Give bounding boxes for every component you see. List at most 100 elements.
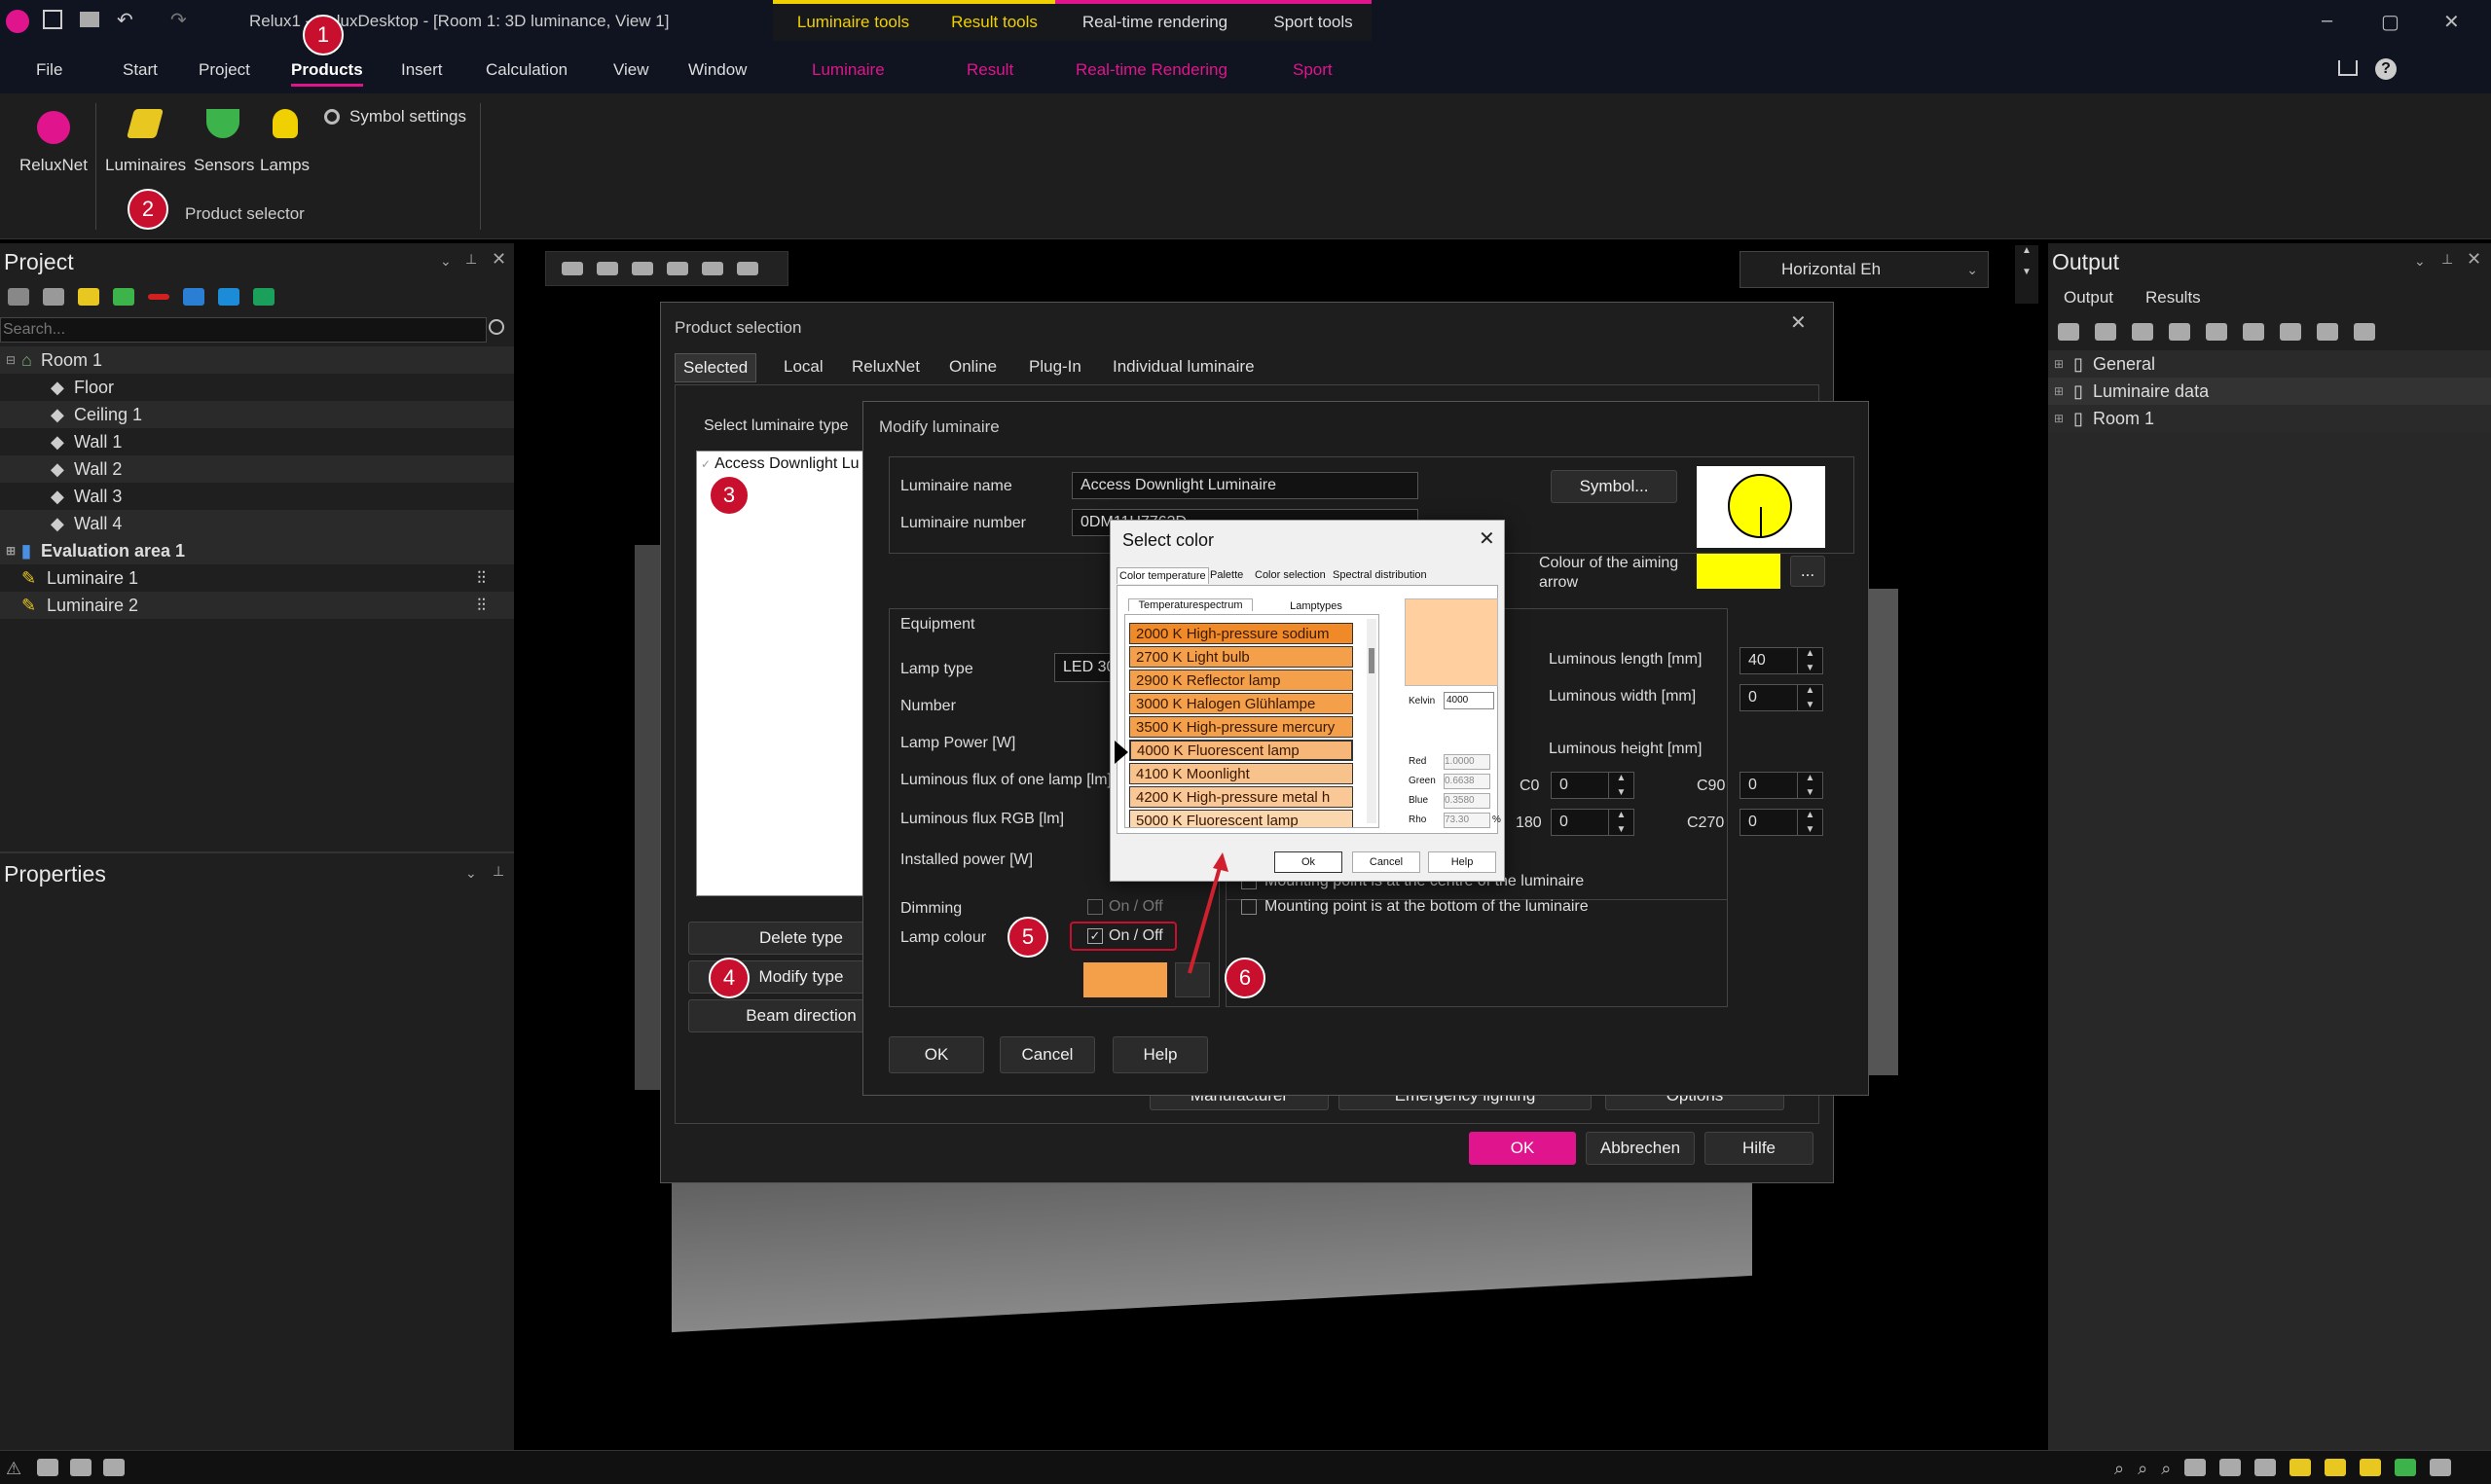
list-item[interactable]: 2700 K Light bulb [1129,646,1353,668]
view-icon-6[interactable] [737,262,758,275]
menu-project[interactable]: Project [199,60,250,80]
mount-bottom-checkbox[interactable]: Mounting point is at the bottom of the l… [1241,898,1589,916]
print-icon[interactable] [80,12,99,27]
menu-window[interactable]: Window [688,60,747,80]
menu-result[interactable]: Result [967,60,1013,80]
menu-luminaire[interactable]: Luminaire [812,60,885,80]
menu-start[interactable]: Start [123,60,158,80]
undo-icon[interactable]: ↶ [117,8,133,32]
aiming-color-more-button[interactable]: ... [1790,556,1825,587]
hilfe-button[interactable]: Hilfe [1704,1132,1813,1165]
tab-reluxnet[interactable]: ReluxNet [852,357,920,377]
tab-results[interactable]: Results [2145,288,2201,308]
view-3d-icon[interactable] [2184,1459,2207,1476]
list-item[interactable]: 4100 K Moonlight [1129,763,1353,784]
view-mode-dropdown[interactable]: Horizontal Eh ⌄ [1740,251,1989,288]
list-item[interactable]: 2900 K Reflector lamp [1129,670,1353,691]
grid-view-icon[interactable] [562,262,583,275]
zoom-in-icon[interactable]: ⌕ [2114,1459,2124,1479]
status-icon-1[interactable]: ⚠ [6,1459,21,1479]
select-color-ok-button[interactable]: Ok [1274,851,1342,873]
menu-view[interactable]: View [613,60,649,80]
tree-item-room[interactable]: ⊟ ⌂ Room 1 [0,346,514,374]
stepper-icon[interactable]: ▲ ▼ [1608,810,1633,835]
luminaire-tool-icon[interactable] [78,288,99,306]
luminaire-name-input[interactable]: Access Downlight Luminaire [1072,472,1418,499]
tab-selected[interactable]: Selected [675,353,757,382]
dialog-close-icon[interactable]: ✕ [1790,310,1807,335]
tab-palette[interactable]: Palette [1210,569,1243,581]
stepper-icon[interactable]: ▲ ▼ [1797,685,1822,710]
close-button[interactable]: ✕ [2443,10,2460,34]
output-icon-6[interactable] [2243,323,2264,341]
luminous-width-input[interactable]: 0 ▲ ▼ [1740,684,1823,711]
tree-item-ceiling[interactable]: ◆ Ceiling 1 [0,401,514,428]
list-item-selected[interactable]: 4000 K Fluorescent lamp [1129,740,1353,761]
view-icon[interactable] [8,288,29,306]
light-icon[interactable] [2360,1459,2382,1476]
sensor-tool-icon[interactable] [113,288,134,306]
menu-file[interactable]: File [36,60,62,80]
tree-item-luminaire-1[interactable]: ✎ Luminaire 1 [0,564,514,592]
view-3d-icon[interactable] [43,288,64,306]
lamp-colour-swatch[interactable] [1083,962,1167,997]
output-icon-8[interactable] [2317,323,2338,341]
abbrechen-button[interactable]: Abbrechen [1586,1132,1695,1165]
output-tree-general[interactable]: ⊞ ▯ General [2048,350,2491,378]
sensor-view-icon[interactable] [2395,1459,2417,1476]
view-icon-5[interactable] [702,262,723,275]
stepper-icon[interactable]: ▲ ▼ [1797,773,1822,798]
tab-color-temperature[interactable]: Color temperature [1117,567,1209,584]
sensors-label[interactable]: Sensors [194,156,254,175]
relux-net-label[interactable]: ReluxNet [19,156,88,175]
luminaires-label[interactable]: Luminaires [105,156,186,175]
lamp-colour-checkbox[interactable]: ✓ On / Off [1070,922,1177,951]
tab-plugin[interactable]: Plug-In [1029,357,1081,377]
tree-item-luminaire-2[interactable]: ✎ Luminaire 2 [0,592,514,619]
menu-products[interactable]: Products [291,60,363,87]
project-search-input[interactable] [0,317,487,343]
pin-icon[interactable]: ⊥ [493,863,504,880]
symbol-settings-button[interactable]: Symbol settings [349,107,466,127]
maximize-button[interactable]: ▢ [2381,10,2399,34]
help-icon[interactable]: ? [2375,58,2397,80]
menu-insert[interactable]: Insert [401,60,443,80]
view-front-icon[interactable] [2254,1459,2277,1476]
panel-dropdown-icon[interactable]: ⌄ [2414,253,2426,270]
select-color-close-icon[interactable]: ✕ [1479,526,1495,551]
exit-sign-icon[interactable] [253,288,275,306]
output-icon-4[interactable] [2169,323,2190,341]
panel-dropdown-icon[interactable]: ⌄ [465,865,477,882]
lamps-label[interactable]: Lamps [260,156,310,175]
modify-cancel-button[interactable]: Cancel [1000,1036,1095,1073]
view-icon-4[interactable] [667,262,688,275]
stepper-icon[interactable]: ▲ ▼ [1797,810,1822,835]
kelvin-input[interactable]: 4000 [1444,692,1494,709]
temperature-list[interactable]: 2000 K High-pressure sodium 2700 K Light… [1124,614,1379,828]
line-tool-icon[interactable] [148,294,169,300]
zoom-out-icon[interactable]: ⌕ [2138,1459,2147,1479]
view-top-icon[interactable] [2219,1459,2242,1476]
c180-input[interactable]: 0 ▲ ▼ [1551,809,1634,836]
modify-ok-button[interactable]: OK [889,1036,984,1073]
status-chart-icon[interactable] [70,1459,92,1476]
tree-item-wall-4[interactable]: ◆ Wall 4 [0,510,514,537]
c90-input[interactable]: 0 ▲ ▼ [1740,772,1823,799]
output-icon-3[interactable] [2132,323,2153,341]
view-side-icon[interactable] [2290,1459,2312,1476]
tree-item-evaluation-area[interactable]: ⊞ ▮ Evaluation area 1 [0,537,514,564]
redo-icon[interactable]: ↷ [170,8,187,32]
pin-icon[interactable]: ⊥ [2441,251,2453,268]
render-icon[interactable] [2325,1459,2347,1476]
furniture-tool-icon[interactable] [218,288,239,306]
tree-item-floor[interactable]: ◆ Floor [0,374,514,401]
pin-icon[interactable]: ⊥ [465,251,477,268]
list-item[interactable]: 3500 K High-pressure mercury [1129,716,1353,738]
ok-button[interactable]: OK [1469,1132,1576,1165]
minimize-button[interactable]: – [2322,10,2332,32]
cart-icon[interactable] [2338,60,2358,76]
relux-net-icon[interactable] [37,111,70,144]
list-item[interactable]: 2000 K High-pressure sodium [1129,623,1353,644]
subtab-lamptypes[interactable]: Lamptypes [1259,600,1374,612]
luminaire-type-list[interactable]: ✓ Access Downlight Lu [696,451,891,896]
